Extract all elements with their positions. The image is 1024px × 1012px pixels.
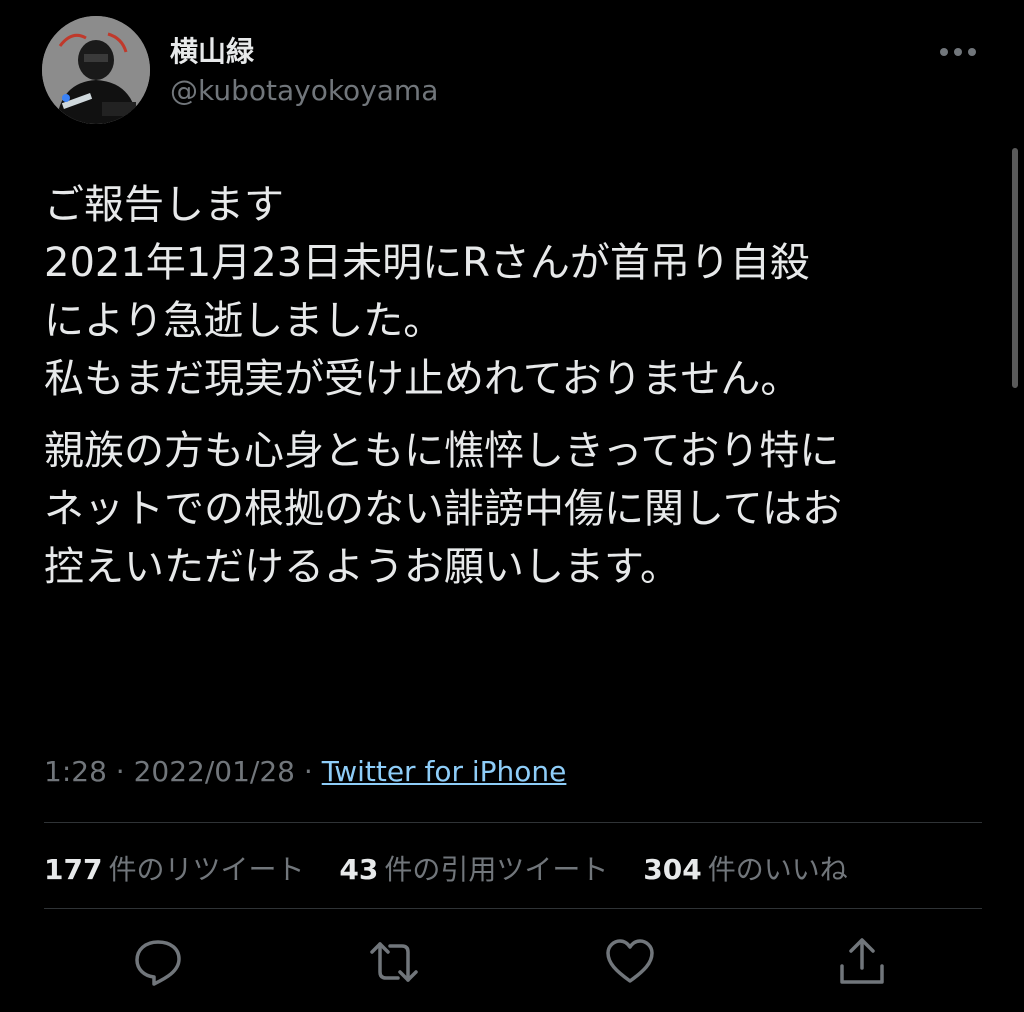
tweet-source-link[interactable]: Twitter for iPhone (322, 755, 567, 788)
tweet-line: により急逝しました。 (44, 298, 444, 344)
like-count: 304 (643, 853, 702, 886)
like-button[interactable] (604, 936, 656, 988)
share-icon (840, 938, 884, 984)
scrollbar[interactable] (1012, 148, 1018, 388)
likes-stat[interactable]: 304 件のいいね (643, 848, 847, 888)
tweet-line: 控えいただけるようお願いします。 (44, 544, 680, 590)
display-name[interactable]: 横山緑 (170, 30, 254, 70)
tweet-stats: 177 件のリツイート 43 件の引用ツイート 304 件のいいね (44, 848, 874, 888)
quote-count: 43 (339, 853, 379, 886)
avatar-icon (42, 16, 150, 124)
tweet-line: 2021年1月23日未明にRさんが首吊り自殺 (44, 240, 810, 286)
more-options-button[interactable] (936, 36, 980, 68)
reply-button[interactable] (132, 936, 184, 988)
divider (44, 908, 982, 909)
heart-icon (606, 939, 654, 983)
retweet-label: 件のリツイート (108, 853, 305, 886)
tweet-line: 私もまだ現実が受け止めれておりません。 (44, 356, 801, 402)
retweet-count: 177 (44, 853, 103, 886)
divider (44, 822, 982, 823)
tweet-line: ご報告します (44, 182, 284, 228)
retweet-icon (370, 942, 418, 982)
tweet-meta: 1:28 · 2022/01/28 · Twitter for iPhone (44, 755, 566, 788)
meta-separator: · (115, 755, 125, 788)
meta-separator: · (303, 755, 313, 788)
reply-icon (135, 940, 181, 986)
tweet-paragraph: 親族の方も心身ともに憔悴しきっており特に ネットでの根拠のない誹謗中傷に関しては… (44, 422, 1004, 596)
quote-label: 件の引用ツイート (384, 853, 609, 886)
retweet-button[interactable] (368, 936, 420, 988)
user-handle[interactable]: @kubotayokoyama (170, 74, 438, 107)
tweet-date[interactable]: 2022/01/28 (134, 755, 295, 788)
more-icon (940, 48, 976, 56)
tweet-paragraph: ご報告します 2021年1月23日未明にRさんが首吊り自殺 により急逝しました。… (44, 176, 1004, 408)
like-label: 件のいいね (707, 853, 848, 886)
share-button[interactable] (836, 936, 888, 988)
avatar[interactable] (42, 16, 150, 124)
tweet-text: ご報告します 2021年1月23日未明にRさんが首吊り自殺 により急逝しました。… (44, 176, 1004, 596)
tweet-line: 親族の方も心身ともに憔悴しきっており特に (44, 428, 840, 474)
quotes-stat[interactable]: 43 件の引用ツイート (339, 848, 608, 888)
tweet-time[interactable]: 1:28 (44, 755, 107, 788)
tweet-line: ネットでの根拠のない誹謗中傷に関してはお (44, 486, 842, 532)
retweets-stat[interactable]: 177 件のリツイート (44, 848, 304, 888)
